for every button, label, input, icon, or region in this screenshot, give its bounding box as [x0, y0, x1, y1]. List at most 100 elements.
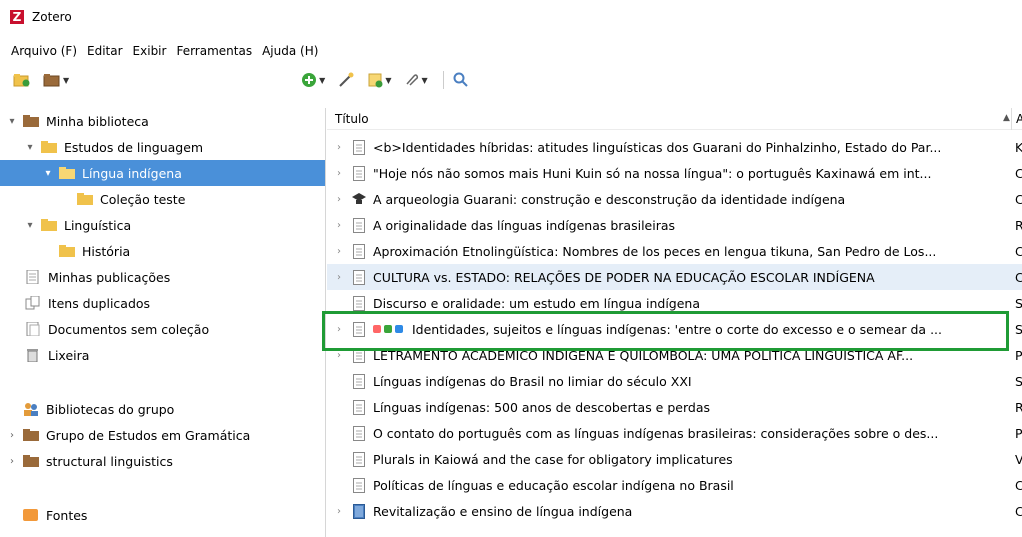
tree-history[interactable]: História — [0, 238, 325, 264]
add-icon — [302, 73, 317, 87]
tree-indigenous-language[interactable]: ▾ Língua indígena — [0, 160, 325, 186]
menu-tools[interactable]: Ferramentas — [171, 42, 257, 62]
item-title: A originalidade das línguas indígenas br… — [373, 217, 676, 233]
tree-my-publications[interactable]: Minhas publicações — [0, 264, 325, 290]
item-row[interactable]: O contato do português com as línguas in… — [327, 420, 1022, 446]
tree-structural[interactable]: › structural linguistics — [0, 448, 325, 474]
document-icon — [351, 269, 367, 285]
unfiled-documents-icon — [24, 322, 42, 336]
menu-file[interactable]: Arquivo (F) — [6, 42, 82, 62]
item-creator: S — [1015, 295, 1022, 311]
add-by-identifier-button[interactable] — [334, 69, 358, 91]
expand-right-icon[interactable]: › — [331, 194, 347, 205]
document-icon — [351, 295, 367, 311]
menu-edit[interactable]: Editar — [82, 42, 128, 62]
expand-down-icon[interactable]: ▾ — [42, 168, 54, 179]
item-row[interactable]: › CULTURA vs. ESTADO: RELAÇÕES DE PODER … — [327, 264, 1022, 290]
item-row[interactable]: Línguas indígenas do Brasil no limiar do… — [327, 368, 1022, 394]
expand-right-icon[interactable]: › — [6, 430, 18, 441]
trash-icon — [24, 348, 42, 362]
column-creator[interactable]: A — [1016, 112, 1022, 126]
item-row[interactable]: › Aproximación Etnolingüística: Nombres … — [327, 238, 1022, 264]
column-divider[interactable] — [1011, 108, 1012, 130]
expand-right-icon[interactable]: › — [331, 324, 347, 335]
tree-label: Estudos de linguagem — [64, 139, 204, 155]
tree-trash[interactable]: Lixeira — [0, 342, 325, 368]
item-row[interactable]: Línguas indígenas: 500 anos de descobert… — [327, 394, 1022, 420]
document-icon — [24, 270, 42, 284]
menu-bar: Arquivo (F) Editar Exibir Ferramentas Aj… — [0, 42, 1022, 62]
library-icon — [43, 74, 60, 87]
item-row[interactable]: Discurso e oralidade: um estudo em língu… — [327, 290, 1022, 316]
item-row[interactable]: Plurals in Kaiowá and the case for oblig… — [327, 446, 1022, 472]
item-creator: C — [1015, 243, 1022, 259]
item-row[interactable]: › Identidades, sujeitos e línguas indíge… — [327, 316, 1022, 342]
items-column-header[interactable]: Título ▲ A — [327, 108, 1022, 130]
expand-down-icon[interactable]: ▾ — [6, 116, 18, 127]
search-button[interactable] — [450, 69, 472, 91]
tree-linguistics[interactable]: ▾ Linguística — [0, 212, 325, 238]
item-creator: P — [1015, 425, 1022, 441]
tree-group-grammar[interactable]: › Grupo de Estudos em Gramática — [0, 422, 325, 448]
item-row[interactable]: › LETRAMENTO ACADÊMICO INDÍGENA E QUILOM… — [327, 342, 1022, 368]
item-row[interactable]: › A originalidade das línguas indígenas … — [327, 212, 1022, 238]
tree-group-libraries[interactable]: Bibliotecas do grupo — [0, 396, 325, 422]
item-title: CULTURA vs. ESTADO: RELAÇÕES DE PODER NA… — [373, 269, 875, 285]
items-pane: Título ▲ A › <b>Identidades híbridas: at… — [327, 108, 1022, 537]
tree-label: Fontes — [46, 507, 88, 523]
document-icon — [351, 217, 367, 233]
menu-view[interactable]: Exibir — [128, 42, 172, 62]
folder-icon — [58, 244, 76, 258]
expand-right-icon[interactable]: › — [331, 246, 347, 257]
item-row[interactable]: › A arqueologia Guarani: construção e de… — [327, 186, 1022, 212]
tree-test-collection[interactable]: Coleção teste — [0, 186, 325, 212]
expand-right-icon[interactable]: › — [331, 220, 347, 231]
tree-studies[interactable]: ▾ Estudos de linguagem — [0, 134, 325, 160]
document-icon — [351, 373, 367, 389]
column-title[interactable]: Título — [335, 112, 369, 126]
tree-duplicates[interactable]: Itens duplicados — [0, 290, 325, 316]
green-tag-icon — [384, 325, 392, 333]
item-creator: R — [1015, 399, 1022, 415]
add-attachment-button[interactable]: ▼ — [400, 69, 430, 91]
expand-right-icon[interactable]: › — [331, 506, 347, 517]
item-row[interactable]: › <b>Identidades híbridas: atitudes ling… — [327, 134, 1022, 160]
note-icon — [368, 73, 383, 88]
tree-unfiled[interactable]: Documentos sem coleção — [0, 316, 325, 342]
item-creator: P — [1015, 347, 1022, 363]
item-title: Línguas indígenas: 500 anos de descobert… — [373, 399, 710, 415]
new-library-button[interactable]: ▼ — [40, 69, 72, 91]
tree-feeds[interactable]: Fontes — [0, 502, 325, 528]
folder-icon — [40, 140, 58, 154]
document-icon — [351, 451, 367, 467]
chevron-down-icon: ▼ — [63, 75, 70, 85]
document-icon — [351, 347, 367, 363]
new-note-button[interactable]: ▼ — [364, 69, 394, 91]
item-row[interactable]: › "Hoje nós não somos mais Huni Kuin só … — [327, 160, 1022, 186]
new-item-button[interactable]: ▼ — [298, 69, 328, 91]
item-row[interactable]: Políticas de línguas e educação escolar … — [327, 472, 1022, 498]
expand-right-icon[interactable]: › — [331, 142, 347, 153]
document-icon — [351, 399, 367, 415]
expand-down-icon[interactable]: ▾ — [24, 220, 36, 231]
magic-wand-icon — [339, 72, 354, 87]
book-icon — [351, 503, 367, 519]
document-icon — [351, 165, 367, 181]
library-icon — [22, 428, 40, 442]
document-icon — [351, 425, 367, 441]
item-title: Aproximación Etnolingüística: Nombres de… — [373, 243, 937, 259]
item-creator: C — [1015, 503, 1022, 519]
item-title: A arqueologia Guarani: construção e desc… — [373, 191, 846, 207]
tree-my-library[interactable]: ▾ Minha biblioteca — [0, 108, 325, 134]
expand-right-icon[interactable]: › — [6, 456, 18, 467]
item-title: Discurso e oralidade: um estudo em língu… — [373, 295, 701, 311]
item-title: "Hoje nós não somos mais Huni Kuin só na… — [373, 165, 932, 181]
menu-help[interactable]: Ajuda (H) — [257, 42, 323, 62]
expand-down-icon[interactable]: ▾ — [24, 142, 36, 153]
expand-right-icon[interactable]: › — [331, 272, 347, 283]
item-row[interactable]: › Revitalização e ensino de língua indíg… — [327, 498, 1022, 524]
expand-right-icon[interactable]: › — [331, 168, 347, 179]
new-collection-button[interactable] — [10, 69, 34, 91]
expand-right-icon[interactable]: › — [331, 350, 347, 361]
item-title: Identidades, sujeitos e línguas indígena… — [412, 321, 942, 337]
